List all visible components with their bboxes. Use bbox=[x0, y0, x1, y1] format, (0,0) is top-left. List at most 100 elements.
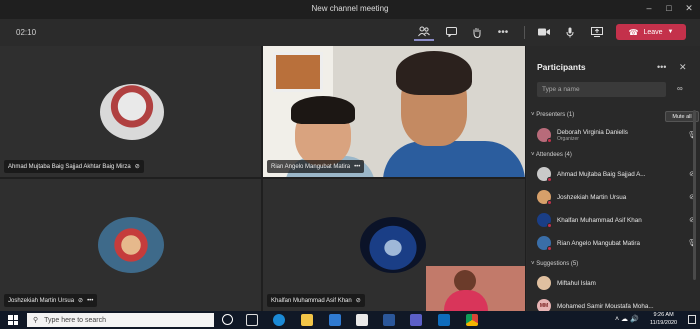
participant-item-attendee[interactable]: Khalfan Muhammad Asif Khan ⊘ bbox=[537, 211, 697, 229]
participant-item-attendee[interactable]: Joshzekiah Martin Ursua ⊘ bbox=[537, 188, 697, 206]
chrome-icon[interactable] bbox=[466, 314, 478, 326]
taskbar-clock[interactable]: 9:26 AM 11/19/2020 bbox=[650, 312, 677, 327]
participant-role: Organizer bbox=[557, 135, 579, 142]
tile-name-tag: Khalfan Muhammad Asif Khan ⊘ bbox=[267, 294, 365, 307]
avatar bbox=[537, 167, 552, 182]
more-icon[interactable]: ••• bbox=[87, 298, 93, 304]
video-tile-joshzekiah[interactable]: Joshzekiah Martin Ursua ⊘ ••• bbox=[0, 179, 261, 311]
presenters-label: Presenters (1) bbox=[536, 112, 575, 118]
microphone-button[interactable] bbox=[560, 23, 580, 41]
suggestions-label: Suggestions (5) bbox=[536, 261, 579, 267]
teams-meeting-window: New channel meeting – □ ✕ 02:10 ••• ☎ Le… bbox=[0, 0, 700, 313]
more-actions-button[interactable]: ••• bbox=[493, 23, 513, 41]
chevron-down-icon: ˅ bbox=[531, 152, 535, 158]
store-icon[interactable] bbox=[356, 314, 368, 326]
edge-icon[interactable] bbox=[273, 314, 285, 326]
suggestions-section-header[interactable]: ˅ Suggestions (5) bbox=[531, 261, 578, 267]
video-stage: Ahmad Mujtaba Baig Sajjad Akhtar Baig Mi… bbox=[0, 46, 526, 311]
hang-up-icon: ☎ bbox=[628, 27, 639, 37]
leave-label: Leave bbox=[643, 28, 663, 36]
video-tile-khalfan[interactable]: Khalfan Muhammad Asif Khan ⊘ bbox=[263, 179, 525, 311]
minimize-icon[interactable]: – bbox=[640, 3, 658, 13]
panel-scrollbar[interactable] bbox=[693, 110, 696, 280]
participant-name: Deborah Virginia Daniells bbox=[557, 128, 628, 136]
participant-item-presenter[interactable]: Deborah Virginia Daniells Organizer 🎙 bbox=[537, 125, 697, 145]
tile-name-tag: Ahmad Mujtaba Baig Sajjad Akhtar Baig Mi… bbox=[4, 160, 144, 173]
more-icon[interactable]: ••• bbox=[354, 164, 360, 170]
file-explorer-icon[interactable] bbox=[301, 314, 313, 326]
taskbar-search[interactable]: ⚲ Type here to search bbox=[27, 313, 214, 327]
meeting-toolbar: 02:10 ••• ☎ Leave ▼ bbox=[0, 19, 700, 45]
presenters-section-header[interactable]: ˅ Presenters (1) bbox=[531, 112, 574, 118]
windows-start-icon[interactable] bbox=[8, 315, 18, 325]
panel-title: Participants bbox=[537, 62, 586, 72]
meeting-timer: 02:10 bbox=[16, 28, 37, 37]
search-input[interactable]: Type a name bbox=[537, 82, 666, 97]
close-icon[interactable]: ✕ bbox=[680, 3, 698, 14]
status-badge bbox=[547, 200, 552, 205]
close-panel-icon[interactable]: ✕ bbox=[679, 62, 687, 73]
tile-name-tag: Rian Angelo Mangubat Matira ••• bbox=[267, 160, 365, 173]
tile-name: Joshzekiah Martin Ursua bbox=[8, 297, 75, 304]
share-invite-icon[interactable]: ∞ bbox=[677, 84, 683, 93]
notification-icon[interactable] bbox=[688, 315, 696, 324]
participant-name: Joshzekiah Martin Ursua bbox=[557, 193, 627, 201]
camera-icon bbox=[538, 28, 550, 36]
chevron-down-icon: ˅ bbox=[531, 261, 535, 267]
maximize-icon[interactable]: □ bbox=[660, 3, 678, 13]
clock-time: 9:26 AM bbox=[653, 312, 674, 318]
cortana-icon[interactable] bbox=[222, 314, 233, 325]
self-view-clothing bbox=[444, 290, 488, 311]
teams-icon[interactable] bbox=[410, 314, 422, 326]
video-tile-ahmad[interactable]: Ahmad Mujtaba Baig Sajjad Akhtar Baig Mi… bbox=[0, 46, 261, 177]
microphone-icon bbox=[566, 27, 574, 37]
participant-name: Rian Angelo Mangubat Matira bbox=[557, 239, 640, 247]
chat-icon bbox=[445, 27, 457, 37]
chevron-down-icon: ˅ bbox=[531, 112, 535, 118]
participant-item-attendee[interactable]: Ahmad Mujtaba Baig Sajjad A... ⊘ bbox=[537, 165, 697, 183]
participant-avatar bbox=[360, 217, 426, 273]
share-screen-icon bbox=[591, 27, 603, 37]
attendees-section-header[interactable]: ˅ Attendees (4) bbox=[531, 152, 572, 158]
task-view-icon[interactable] bbox=[246, 314, 258, 326]
participant-name: Ahmad Mujtaba Baig Sajjad A... bbox=[557, 170, 646, 178]
tile-name-tag: Joshzekiah Martin Ursua ⊘ ••• bbox=[4, 294, 98, 307]
more-options-icon[interactable]: ••• bbox=[657, 62, 666, 72]
participant-item-attendee[interactable]: Rian Angelo Mangubat Matira 🎙 bbox=[537, 234, 697, 252]
avatar bbox=[537, 128, 552, 143]
participant-item-suggestion[interactable]: Miftahul Islam bbox=[537, 274, 697, 292]
people-icon bbox=[418, 26, 430, 36]
raise-hand-button[interactable] bbox=[467, 23, 487, 41]
toolbar-divider bbox=[524, 26, 525, 39]
video-child-hair bbox=[291, 96, 355, 124]
status-badge bbox=[547, 223, 552, 228]
self-view-video bbox=[426, 266, 525, 311]
status-badge bbox=[547, 246, 552, 251]
search-icon: ⚲ bbox=[33, 317, 39, 324]
avatar bbox=[537, 276, 551, 290]
leave-button[interactable]: ☎ Leave ▼ bbox=[616, 24, 686, 40]
status-badge bbox=[547, 177, 552, 182]
avatar bbox=[537, 190, 552, 205]
system-tray-icons[interactable]: ˄ ☁ 🔊 bbox=[615, 315, 639, 323]
title-bar: New channel meeting – □ ✕ bbox=[0, 0, 700, 19]
participants-button[interactable] bbox=[414, 23, 434, 41]
wall-picture bbox=[273, 52, 323, 92]
participants-panel: Participants ••• ✕ Type a name ∞ ˅ Prese… bbox=[527, 46, 700, 313]
windows-taskbar: ⚲ Type here to search ˄ ☁ 🔊 9:26 AM 11/1… bbox=[0, 311, 700, 329]
word-icon[interactable] bbox=[383, 314, 395, 326]
participant-avatar bbox=[98, 217, 164, 273]
outlook-icon[interactable] bbox=[438, 314, 450, 326]
attendees-label: Attendees (4) bbox=[535, 152, 572, 158]
share-screen-button[interactable] bbox=[587, 23, 607, 41]
participant-info: Deborah Virginia Daniells Organizer bbox=[557, 129, 687, 142]
more-icon: ••• bbox=[497, 26, 509, 38]
status-badge bbox=[547, 138, 552, 143]
participant-name: Mohamed Samir Moustafa Moha... bbox=[557, 302, 654, 310]
chat-button[interactable] bbox=[441, 23, 461, 41]
mail-icon[interactable] bbox=[329, 314, 341, 326]
chevron-down-icon[interactable]: ▼ bbox=[668, 29, 674, 35]
video-tile-rian[interactable]: Rian Angelo Mangubat Matira ••• bbox=[263, 46, 525, 177]
camera-button[interactable] bbox=[534, 23, 554, 41]
clock-date: 11/19/2020 bbox=[650, 319, 678, 326]
